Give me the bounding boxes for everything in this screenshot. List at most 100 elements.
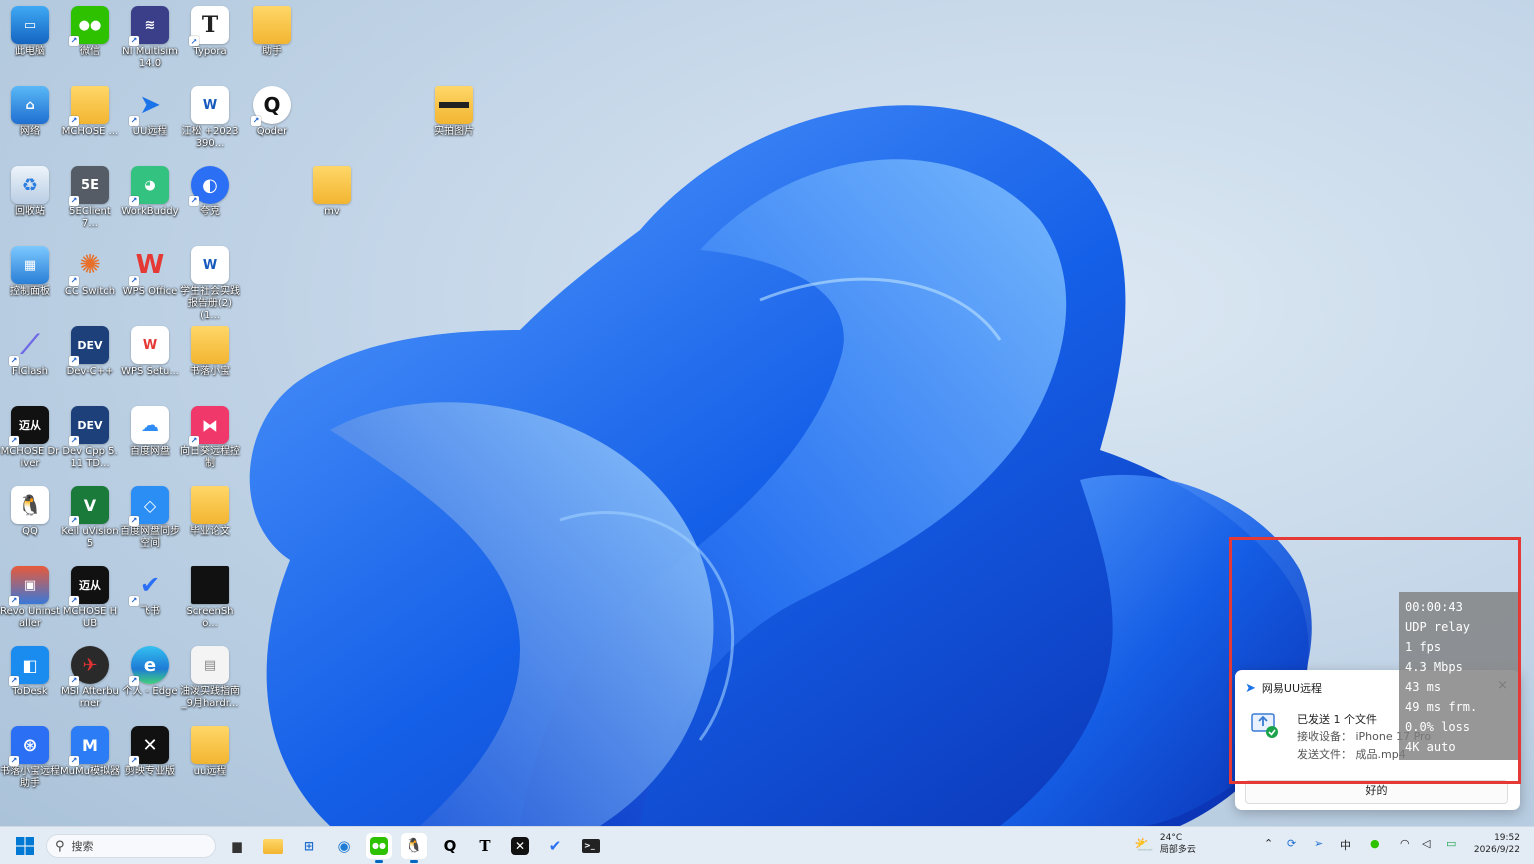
desktop-icon-edge[interactable]: e ↗ 个人 - Edge bbox=[120, 642, 180, 698]
desktop-icon-screenshot[interactable]: ScreenSho... bbox=[180, 562, 240, 630]
wifi-icon[interactable]: ◠ bbox=[1400, 837, 1410, 850]
edge-icon: ◉ bbox=[337, 837, 351, 855]
wechat-tray-icon[interactable]: ● bbox=[1370, 837, 1380, 850]
baidu-netdisk-icon: ☁ bbox=[131, 406, 169, 444]
document-icon: ▤ bbox=[191, 646, 229, 684]
word-doc-icon: W bbox=[191, 246, 229, 284]
desktop-icon-thesis-folder[interactable]: 毕业论文 bbox=[180, 482, 240, 538]
revo-uninstaller-icon: ▣ ↗ bbox=[9, 566, 49, 606]
desktop-icon-quark[interactable]: ◐ ↗ 夸克 bbox=[180, 162, 240, 218]
send-icon[interactable]: ➢ bbox=[1314, 837, 1323, 850]
desktop-icon-flclash[interactable]: ⟋ ↗ FlClash bbox=[0, 322, 60, 378]
desktop-icon-todesk[interactable]: ◧ ↗ ToDesk bbox=[0, 642, 60, 698]
clock[interactable]: 19:52 2026/9/22 bbox=[1470, 832, 1520, 856]
uu-remote-icon: ➤ ↗ bbox=[129, 90, 161, 126]
capcut-icon: ✕ bbox=[511, 837, 529, 855]
weather-widget[interactable]: ⛅ 24°C 局部多云 bbox=[1134, 832, 1196, 856]
desktop-icon-network[interactable]: ⌂ 网络 bbox=[0, 82, 60, 138]
desktop-icon-devcpp-td[interactable]: DEV ↗ Dev Cpp 5.11 TD... bbox=[60, 402, 120, 470]
edge-button[interactable]: ◉ bbox=[331, 833, 357, 859]
desktop-icon-control-panel[interactable]: ▦ 控制面板 bbox=[0, 242, 60, 298]
battery-icon[interactable]: ▭ bbox=[1446, 837, 1456, 850]
desktop-icon-workbuddy[interactable]: ◕ ↗ WorkBuddy bbox=[120, 162, 180, 218]
taskbar-search[interactable]: ⚲ 搜索 bbox=[46, 834, 216, 858]
desktop-icon-keil[interactable]: V ↗ Keil uVision5 bbox=[60, 482, 120, 550]
folder-icon bbox=[263, 838, 283, 854]
cc-switch-icon: ✺ ↗ bbox=[69, 250, 101, 286]
desktop-icon-shuluo-remote[interactable]: ⊛ ↗ 书落小宝远程助手 bbox=[0, 722, 60, 790]
desktop-icon-shuluo-folder[interactable]: 书落小宝 bbox=[180, 322, 240, 378]
task-view-icon: ▆ bbox=[232, 839, 242, 853]
desktop-icon-report-doc[interactable]: W 学生社会实践报告册(2)(1... bbox=[180, 242, 240, 322]
wechat-button[interactable]: ●● bbox=[366, 833, 392, 863]
capcut-icon: ✕ ↗ bbox=[129, 726, 169, 766]
baidu-sync-icon: ◇ ↗ bbox=[129, 486, 169, 526]
capcut-button[interactable]: ✕ bbox=[507, 833, 533, 859]
desktop-icon-mchose-driver[interactable]: 迈从 ↗ MCHOSE Driver bbox=[0, 402, 60, 470]
folder-icon bbox=[191, 726, 229, 764]
mchose-icon: 迈从 ↗ bbox=[69, 566, 109, 606]
typora-icon: T ↗ bbox=[189, 6, 229, 46]
desktop-icon-capcut[interactable]: ✕ ↗ 剪映专业版 bbox=[120, 722, 180, 778]
desktop-icon-wechat[interactable]: ●● ↗ 微信 bbox=[60, 2, 120, 58]
ime-indicator[interactable]: 中 bbox=[1340, 837, 1351, 853]
terminal-button[interactable]: >_ bbox=[578, 833, 604, 859]
desktop-icon-typora[interactable]: T ↗ Typora bbox=[180, 2, 240, 58]
folder-icon bbox=[191, 486, 229, 524]
clock-date: 2026/9/22 bbox=[1473, 845, 1520, 855]
desktop-icon-baidu-netdisk[interactable]: ☁ 百度网盘 bbox=[120, 402, 180, 458]
desktop-icon-qoder[interactable]: Q ↗ Qoder bbox=[242, 82, 302, 138]
qoder-button[interactable]: Q bbox=[437, 833, 463, 859]
desktop-icon-5eclient[interactable]: 5E ↗ 5EClient 7... bbox=[60, 162, 120, 230]
desktop-icon-recycle-bin[interactable]: ♻ 回收站 bbox=[0, 162, 60, 218]
desktop-icon-uu-folder[interactable]: uu远程 bbox=[180, 722, 240, 778]
desktop-icon-helper-folder[interactable]: 助手 bbox=[242, 2, 302, 58]
feishu-button[interactable]: ✔ bbox=[542, 833, 568, 859]
folder-icon: ↗ bbox=[69, 86, 109, 126]
desktop-icon-revo[interactable]: ▣ ↗ Revo Uninstaller bbox=[0, 562, 60, 630]
ms-store-button[interactable]: ⊞ bbox=[296, 833, 322, 859]
taskbar: ⚲ 搜索 ▆ ⊞ ◉ ●● 🐧 Q T ✕ ✔ >_ ⛅ 24°C 局部多云 ⌃… bbox=[0, 826, 1534, 864]
wps-office-icon: W ↗ bbox=[129, 250, 165, 286]
file-explorer-button[interactable] bbox=[260, 833, 286, 859]
desktop-icon-this-pc[interactable]: ▭ 此电脑 bbox=[0, 2, 60, 58]
desktop-icon-wps-setup[interactable]: W WPS Setu... bbox=[120, 322, 180, 378]
desktop-icon-msi-afterburner[interactable]: ✈ ↗ MSI Afterburner bbox=[60, 642, 120, 710]
task-view-button[interactable]: ▆ bbox=[224, 833, 250, 859]
desktop-icon-wps-office[interactable]: W ↗ WPS Office bbox=[120, 242, 180, 298]
qq-button[interactable]: 🐧 bbox=[401, 833, 427, 863]
devcpp-icon: DEV ↗ bbox=[69, 406, 109, 446]
desktop-icon-uu-remote[interactable]: ➤ ↗ UU远程 bbox=[120, 82, 180, 138]
weather-desc: 局部多云 bbox=[1159, 845, 1196, 855]
desktop-icon-qq[interactable]: 🐧 QQ bbox=[0, 482, 60, 538]
desktop-icon-feishu[interactable]: ✔ ↗ 飞书 bbox=[120, 562, 180, 618]
desktop-icon-mumu[interactable]: M ↗ MuMu模拟器 bbox=[60, 722, 120, 778]
desktop-icon-mv-folder[interactable]: mv bbox=[302, 162, 362, 218]
network-icon: ⌂ bbox=[11, 86, 49, 124]
desktop-icon-mchose-folder[interactable]: ↗ MCHOSE ... bbox=[60, 82, 120, 138]
flclash-icon: ⟋ ↗ bbox=[9, 329, 40, 366]
desktop-icon-mchose-hub[interactable]: 迈从 ↗ MCHOSE HUB bbox=[60, 562, 120, 630]
desktop-icon-word-doc[interactable]: W 江松 +2023390... bbox=[180, 82, 240, 150]
desktop-icon-photos-folder[interactable]: 实拍图片 bbox=[424, 82, 484, 138]
quark-icon: ◐ ↗ bbox=[189, 166, 229, 206]
search-icon: ⚲ bbox=[55, 838, 65, 854]
desktop-icon-sunlogin[interactable]: ⧓ ↗ 向日葵远程控制 bbox=[180, 402, 240, 470]
5eclient-icon: 5E ↗ bbox=[69, 166, 109, 206]
folder-icon bbox=[191, 326, 229, 364]
chevron-up-icon[interactable]: ⌃ bbox=[1264, 837, 1273, 850]
typora-button[interactable]: T bbox=[472, 833, 498, 859]
word-doc-icon: W bbox=[191, 86, 229, 124]
mchose-icon: 迈从 ↗ bbox=[9, 406, 49, 446]
desktop-icon-baidu-sync[interactable]: ◇ ↗ 百度网盘同步空间 bbox=[120, 482, 180, 550]
desktop-icon-guide-file[interactable]: ▤ 油泼实践指南_9月hardr... bbox=[180, 642, 240, 710]
qoder-icon: Q bbox=[443, 837, 457, 855]
sync-icon[interactable]: ⟳ bbox=[1287, 837, 1296, 850]
start-button[interactable] bbox=[12, 833, 38, 859]
shuluo-remote-icon: ⊛ ↗ bbox=[9, 726, 49, 766]
volume-icon[interactable]: ◁ bbox=[1422, 837, 1430, 850]
typora-icon: T bbox=[479, 837, 491, 855]
desktop-icon-devcpp[interactable]: DEV ↗ Dev-C++ bbox=[60, 322, 120, 378]
desktop-icon-multisim[interactable]: ≋ ↗ NI Multisim 14.0 bbox=[120, 2, 180, 70]
desktop-icon-cc-switch[interactable]: ✺ ↗ CC Switch bbox=[60, 242, 120, 298]
